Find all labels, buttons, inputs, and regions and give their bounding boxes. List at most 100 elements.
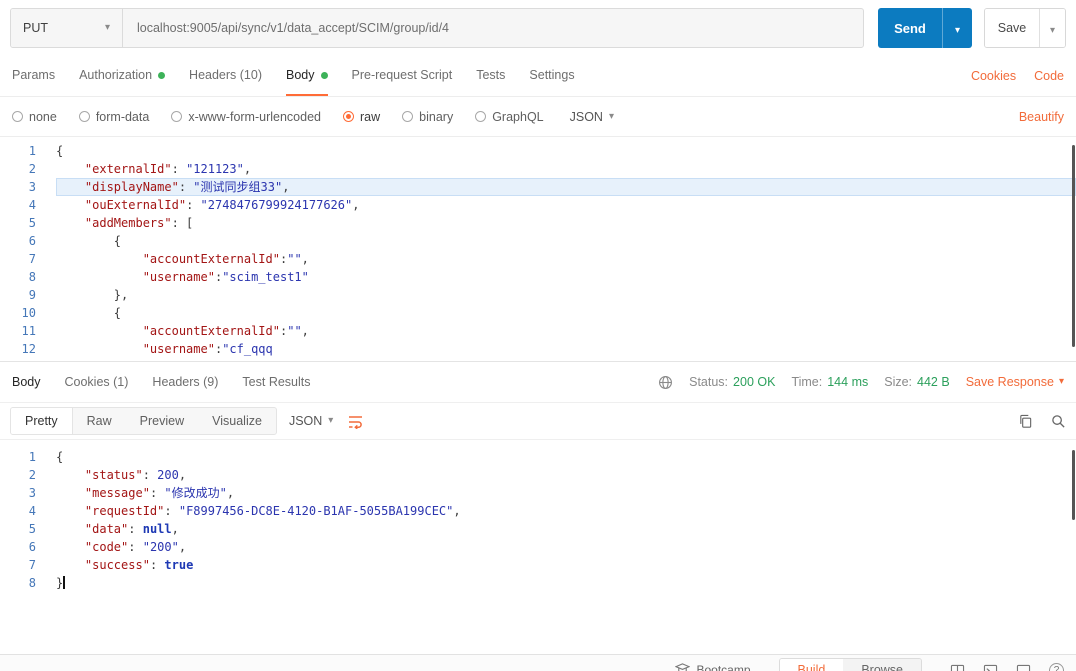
code-token: , bbox=[171, 522, 179, 536]
green-dot-icon bbox=[320, 71, 328, 79]
view-visualize[interactable]: Visualize bbox=[198, 408, 276, 434]
code-line[interactable]: 3 "message": "修改成功", bbox=[0, 484, 1076, 502]
url-input[interactable]: localhost:9005/api/sync/v1/data_accept/S… bbox=[123, 9, 863, 47]
status-label: Status: bbox=[689, 375, 729, 389]
method-select[interactable]: PUT ▾ bbox=[11, 9, 123, 47]
copy-icon[interactable] bbox=[1018, 414, 1033, 429]
line-number: 3 bbox=[28, 180, 36, 194]
code-content: "addMembers": [ bbox=[56, 214, 1076, 232]
response-editor-scrollbar[interactable] bbox=[1072, 450, 1075, 520]
code-line[interactable]: 3 "displayName": "测试同步组33", bbox=[0, 178, 1076, 196]
body-type-binary[interactable]: binary bbox=[402, 110, 453, 124]
code-line[interactable]: 5 "addMembers": [ bbox=[0, 214, 1076, 232]
save-button[interactable]: Save bbox=[985, 9, 1039, 47]
code-line[interactable]: 10 { bbox=[0, 304, 1076, 322]
tab-tests[interactable]: Tests bbox=[476, 56, 505, 96]
tab-params[interactable]: Params bbox=[12, 56, 55, 96]
tab-authorization[interactable]: Authorization bbox=[79, 56, 166, 96]
build-tab[interactable]: Build bbox=[779, 659, 844, 671]
code-line[interactable]: 2 "externalId": "121123", bbox=[0, 160, 1076, 178]
code-token: , bbox=[301, 252, 309, 266]
body-type-x-www-form-urlencoded[interactable]: x-www-form-urlencoded bbox=[171, 110, 321, 124]
code-line[interactable]: 7 "accountExternalId":"", bbox=[0, 250, 1076, 268]
body-type-raw[interactable]: raw bbox=[343, 110, 380, 124]
code-content: "ouExternalId": "2748476799924177626", bbox=[56, 196, 1076, 214]
response-tab-headers-9[interactable]: Headers (9) bbox=[152, 375, 218, 389]
panel-layout-icon[interactable] bbox=[1016, 664, 1031, 671]
response-toolbar: Pretty Raw Preview Visualize JSON ▾ bbox=[0, 402, 1076, 440]
code-content: "data": null, bbox=[56, 520, 1076, 538]
response-language-select[interactable]: JSON ▾ bbox=[289, 414, 333, 428]
request-tabs-links: Cookies Code bbox=[971, 69, 1064, 83]
cookies-link[interactable]: Cookies bbox=[971, 69, 1016, 83]
code-line[interactable]: 9 }, bbox=[0, 286, 1076, 304]
response-tab-cookies-1[interactable]: Cookies (1) bbox=[65, 375, 129, 389]
send-button[interactable]: Send bbox=[878, 8, 942, 48]
code-content: { bbox=[56, 304, 1076, 322]
code-line[interactable]: 7 "success": true bbox=[0, 556, 1076, 574]
code-line[interactable]: 1{ bbox=[0, 448, 1076, 466]
code-token: "accountExternalId" bbox=[142, 324, 280, 338]
console-icon[interactable] bbox=[983, 664, 998, 671]
line-number: 1 bbox=[28, 144, 36, 158]
code-token: "accountExternalId" bbox=[142, 252, 280, 266]
wrap-lines-icon[interactable] bbox=[347, 414, 364, 429]
response-tab-test-results[interactable]: Test Results bbox=[242, 375, 310, 389]
view-preview[interactable]: Preview bbox=[126, 408, 198, 434]
body-type-form-data[interactable]: form-data bbox=[78, 109, 150, 124]
code-line[interactable]: 6 { bbox=[0, 232, 1076, 250]
body-type-options: none form-data x-www-form-urlencoded raw bin… bbox=[12, 110, 566, 124]
tab-body[interactable]: Body bbox=[286, 56, 328, 96]
search-icon[interactable] bbox=[1051, 414, 1066, 429]
body-type-none[interactable]: none bbox=[12, 110, 57, 124]
code-line[interactable]: 2 "status": 200, bbox=[0, 466, 1076, 484]
code-line[interactable]: 6 "code": "200", bbox=[0, 538, 1076, 556]
radio-label: form-data bbox=[95, 109, 150, 124]
request-body-editor[interactable]: 1{2 "externalId": "121123", 3 "displayNam… bbox=[0, 137, 1076, 361]
line-number: 4 bbox=[28, 198, 36, 212]
tab-pre-request-script[interactable]: Pre-request Script bbox=[352, 56, 453, 96]
code-line[interactable]: 4 "requestId": "F8997456-DC8E-4120-B1AF-… bbox=[0, 502, 1076, 520]
response-tab-body[interactable]: Body bbox=[12, 375, 41, 389]
view-raw[interactable]: Raw bbox=[73, 408, 126, 434]
code-token: "success" bbox=[84, 558, 150, 572]
radio-icon bbox=[78, 111, 90, 122]
code-line[interactable]: 4 "ouExternalId": "2748476799924177626", bbox=[0, 196, 1076, 214]
body-language-select[interactable]: JSON ▾ bbox=[570, 110, 614, 124]
code-line[interactable]: 8} bbox=[0, 574, 1076, 592]
code-content: "username":"cf_qqq bbox=[56, 340, 1076, 358]
view-pretty[interactable]: Pretty bbox=[11, 408, 73, 434]
response-toolbar-right bbox=[1018, 414, 1066, 429]
code-line[interactable]: 5 "data": null, bbox=[0, 520, 1076, 538]
line-number: 9 bbox=[28, 288, 36, 302]
response-body-editor[interactable]: 1{2 "status": 200, 3 "message": "修改成功", 4 … bbox=[0, 440, 1076, 636]
body-type-graphql[interactable]: GraphQL bbox=[475, 110, 544, 124]
request-editor-scrollbar[interactable] bbox=[1072, 145, 1075, 347]
code-content: { bbox=[56, 232, 1076, 250]
code-content: { bbox=[56, 142, 1076, 160]
code-link[interactable]: Code bbox=[1034, 69, 1064, 83]
save-options-button[interactable]: ▾ bbox=[1039, 9, 1065, 47]
code-line[interactable]: 8 "username":"scim_test1" bbox=[0, 268, 1076, 286]
code-line[interactable]: 11 "accountExternalId":"", bbox=[0, 322, 1076, 340]
tab-label: Tests bbox=[476, 68, 506, 82]
tab-settings[interactable]: Settings bbox=[529, 56, 574, 96]
bottom-bar-icons: ? bbox=[950, 662, 1064, 671]
two-pane-layout-icon[interactable] bbox=[950, 664, 965, 671]
browse-tab[interactable]: Browse bbox=[843, 659, 921, 671]
code-line[interactable]: 1{ bbox=[0, 142, 1076, 160]
request-tabs: Params Authorization Headers (10) Body Pre-r… bbox=[12, 56, 599, 96]
save-response-button[interactable]: Save Response ▾ bbox=[966, 375, 1064, 389]
code-token: : [ bbox=[171, 216, 194, 230]
help-icon[interactable]: ? bbox=[1049, 662, 1064, 671]
status-pair: Status: 200 OK bbox=[689, 375, 775, 389]
tab-headers-10[interactable]: Headers (10) bbox=[189, 56, 262, 96]
code-line[interactable]: 12 "username":"cf_qqq bbox=[0, 340, 1076, 358]
code-token: "F8997456-DC8E-4120-B1AF-5055BA199CEC" bbox=[178, 504, 454, 518]
send-options-button[interactable]: ▾ bbox=[942, 8, 972, 48]
bootcamp-button[interactable]: Bootcamp bbox=[675, 662, 751, 671]
beautify-link[interactable]: Beautify bbox=[1019, 110, 1064, 124]
